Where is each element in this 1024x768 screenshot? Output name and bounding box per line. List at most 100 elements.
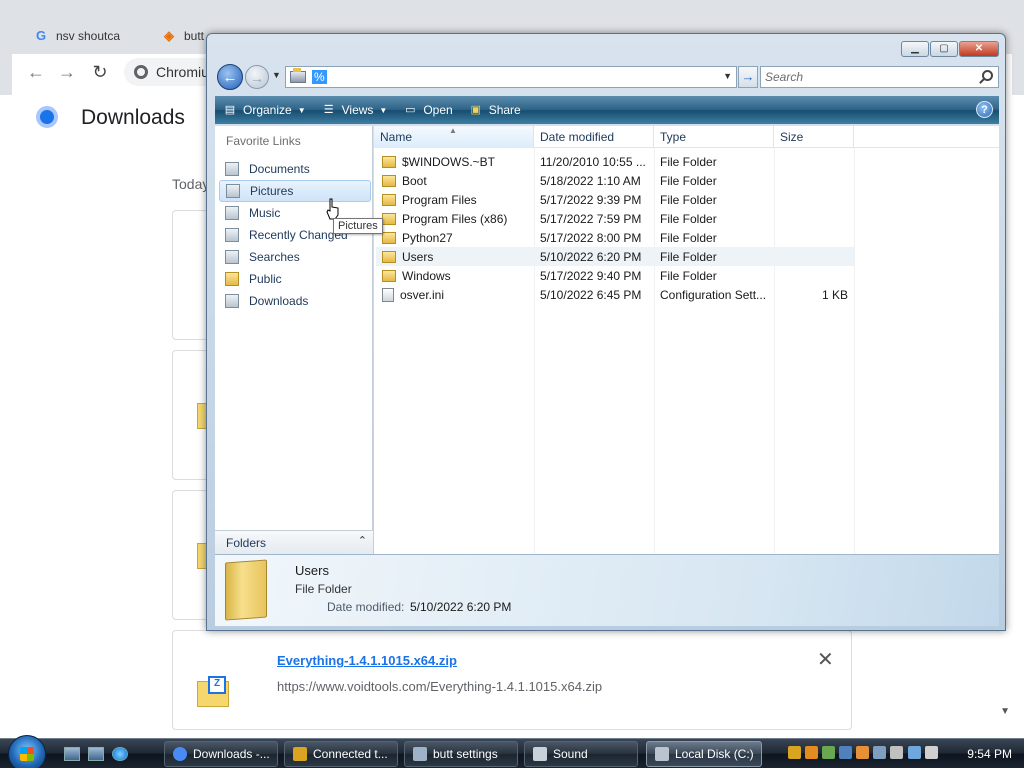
file-name-cell: Users (376, 250, 534, 264)
download-card-everything: Everything-1.4.1.1015.x64.zip https://ww… (172, 630, 852, 730)
google-icon: G (35, 28, 47, 43)
file-row[interactable]: Program Files 5/17/2022 9:39 PM File Fol… (376, 190, 854, 209)
tab-butt[interactable]: ◈ butt (162, 22, 212, 50)
folders-toggle[interactable]: Folders ⌃ (215, 530, 373, 554)
address-text[interactable]: % (312, 70, 327, 84)
file-name: osver.ini (400, 287, 445, 302)
open-label: Open (423, 103, 453, 117)
taskbar-clock[interactable]: 9:54 PM (967, 747, 1012, 761)
taskbar-button-label: Connected t... (313, 747, 388, 761)
file-date: 11/20/2010 10:55 ... (540, 154, 646, 169)
help-icon[interactable]: ? (976, 101, 993, 118)
scroll-down-arrow-icon[interactable]: ▼ (1000, 706, 1010, 717)
favorite-link-label: Documents (249, 162, 310, 176)
file-date: 5/17/2022 9:40 PM (540, 268, 642, 283)
download-file-link[interactable]: Everything-1.4.1.1015.x64.zip (277, 653, 457, 668)
folder-icon (382, 193, 396, 206)
remove-download-icon[interactable]: ✕ (817, 647, 834, 672)
searches-icon (225, 250, 239, 264)
favorite-link-pictures[interactable]: Pictures (219, 180, 371, 202)
reload-icon[interactable]: ↻ (89, 61, 111, 83)
views-button[interactable]: ☰ Views ▼ (314, 96, 396, 124)
taskbar-button-sound[interactable]: Sound (524, 741, 638, 767)
taskbar-button-downloads[interactable]: Downloads -... (164, 741, 278, 767)
favorite-link-searches[interactable]: Searches (219, 246, 371, 268)
folder-icon (382, 269, 396, 282)
column-header-label: Type (660, 130, 687, 144)
recently-changed-icon (225, 228, 239, 242)
column-headers: ▲ Name Date modified Type Size (374, 126, 999, 148)
forward-arrow-icon[interactable]: → (56, 61, 78, 83)
butt-app-icon (293, 747, 307, 761)
taskbar-button-butt-settings[interactable]: butt settings (404, 741, 518, 767)
search-icon[interactable] (982, 70, 993, 81)
favorite-link-public[interactable]: Public (219, 268, 371, 290)
volume-tray-icon[interactable] (925, 746, 938, 759)
network-tray-icon[interactable] (839, 746, 852, 759)
tab-nsv-shoutcast[interactable]: G nsv shoutca (34, 22, 142, 50)
file-type: File Folder (660, 173, 717, 188)
back-button-icon[interactable]: ← (217, 64, 243, 90)
connection-tray-icon[interactable] (908, 746, 921, 759)
file-row[interactable]: $WINDOWS.~BT 11/20/2010 10:55 ... File F… (376, 152, 854, 171)
chevron-up-icon[interactable]: ⌃ (358, 534, 367, 547)
chromium-icon (173, 747, 187, 761)
start-button[interactable] (8, 735, 46, 768)
taskbar-button-label: butt settings (433, 747, 498, 761)
file-row[interactable]: Windows 5/17/2022 9:40 PM File Folder (376, 266, 854, 285)
switch-windows-icon[interactable] (88, 747, 104, 761)
file-name-cell: Python27 (376, 231, 534, 245)
vlc-tray-icon[interactable] (856, 746, 869, 759)
taskbar-button-butt[interactable]: Connected t... (284, 741, 398, 767)
chevron-down-icon: ▼ (379, 105, 388, 115)
display-tray-icon[interactable] (873, 746, 886, 759)
column-header-type[interactable]: Type (654, 126, 774, 148)
favorite-link-downloads[interactable]: Downloads (219, 290, 371, 312)
taskbar-button-local-disk[interactable]: Local Disk (C:) (646, 741, 762, 767)
share-button[interactable]: ▣ Share (461, 96, 529, 124)
organize-button[interactable]: ▤ Organize ▼ (215, 96, 314, 124)
go-arrow-icon[interactable]: → (738, 66, 758, 88)
public-folder-icon (225, 272, 239, 286)
file-name: Program Files (402, 192, 477, 207)
close-icon[interactable]: ✕ (959, 41, 999, 57)
file-type: File Folder (660, 154, 717, 169)
views-icon: ☰ (323, 104, 334, 116)
app-tray-icon[interactable] (822, 746, 835, 759)
file-row[interactable]: Python27 5/17/2022 8:00 PM File Folder (376, 228, 854, 247)
column-header-name[interactable]: ▲ Name (374, 126, 534, 148)
file-name-cell: Program Files (376, 193, 534, 207)
details-modified-value: 5/10/2022 6:20 PM (410, 600, 512, 614)
favorite-link-label: Music (249, 206, 281, 220)
butt-tray-icon[interactable] (788, 746, 801, 759)
back-arrow-icon[interactable]: ← (25, 61, 47, 83)
forward-button-icon[interactable]: → (245, 65, 269, 89)
column-header-size[interactable]: Size (774, 126, 854, 148)
file-date: 5/10/2022 6:20 PM (540, 249, 642, 264)
column-header-date[interactable]: Date modified (534, 126, 654, 148)
search-input[interactable] (765, 69, 975, 85)
taskbar-button-label: Local Disk (C:) (675, 747, 754, 761)
file-row[interactable]: Program Files (x86) 5/17/2022 7:59 PM Fi… (376, 209, 854, 228)
address-history-dropdown-icon[interactable]: ▼ (723, 71, 732, 81)
file-name: Users (402, 249, 434, 264)
recent-pages-dropdown-icon[interactable]: ▼ (272, 70, 281, 80)
favorite-link-documents[interactable]: Documents (219, 158, 371, 180)
downloads-icon (225, 294, 239, 308)
minimize-icon[interactable]: ▁ (901, 41, 929, 57)
security-tray-icon[interactable] (890, 746, 903, 759)
show-desktop-icon[interactable] (64, 747, 80, 761)
internet-explorer-icon[interactable] (112, 747, 128, 761)
search-box[interactable] (760, 66, 999, 88)
views-label: Views (341, 103, 374, 117)
maximize-icon[interactable]: ▢ (930, 41, 958, 57)
search-tray-icon[interactable] (805, 746, 818, 759)
chevron-down-icon: ▼ (297, 105, 306, 115)
address-bar[interactable]: % ▼ (285, 66, 737, 88)
file-row[interactable]: Users 5/10/2022 6:20 PM File Folder (376, 247, 854, 266)
window-controls: ▁ ▢ ✕ (900, 41, 999, 57)
large-folder-icon (225, 559, 267, 621)
file-row[interactable]: Boot 5/18/2022 1:10 AM File Folder (376, 171, 854, 190)
share-icon: ▣ (470, 104, 481, 116)
file-row[interactable]: osver.ini 5/10/2022 6:45 PM Configuratio… (376, 285, 854, 304)
